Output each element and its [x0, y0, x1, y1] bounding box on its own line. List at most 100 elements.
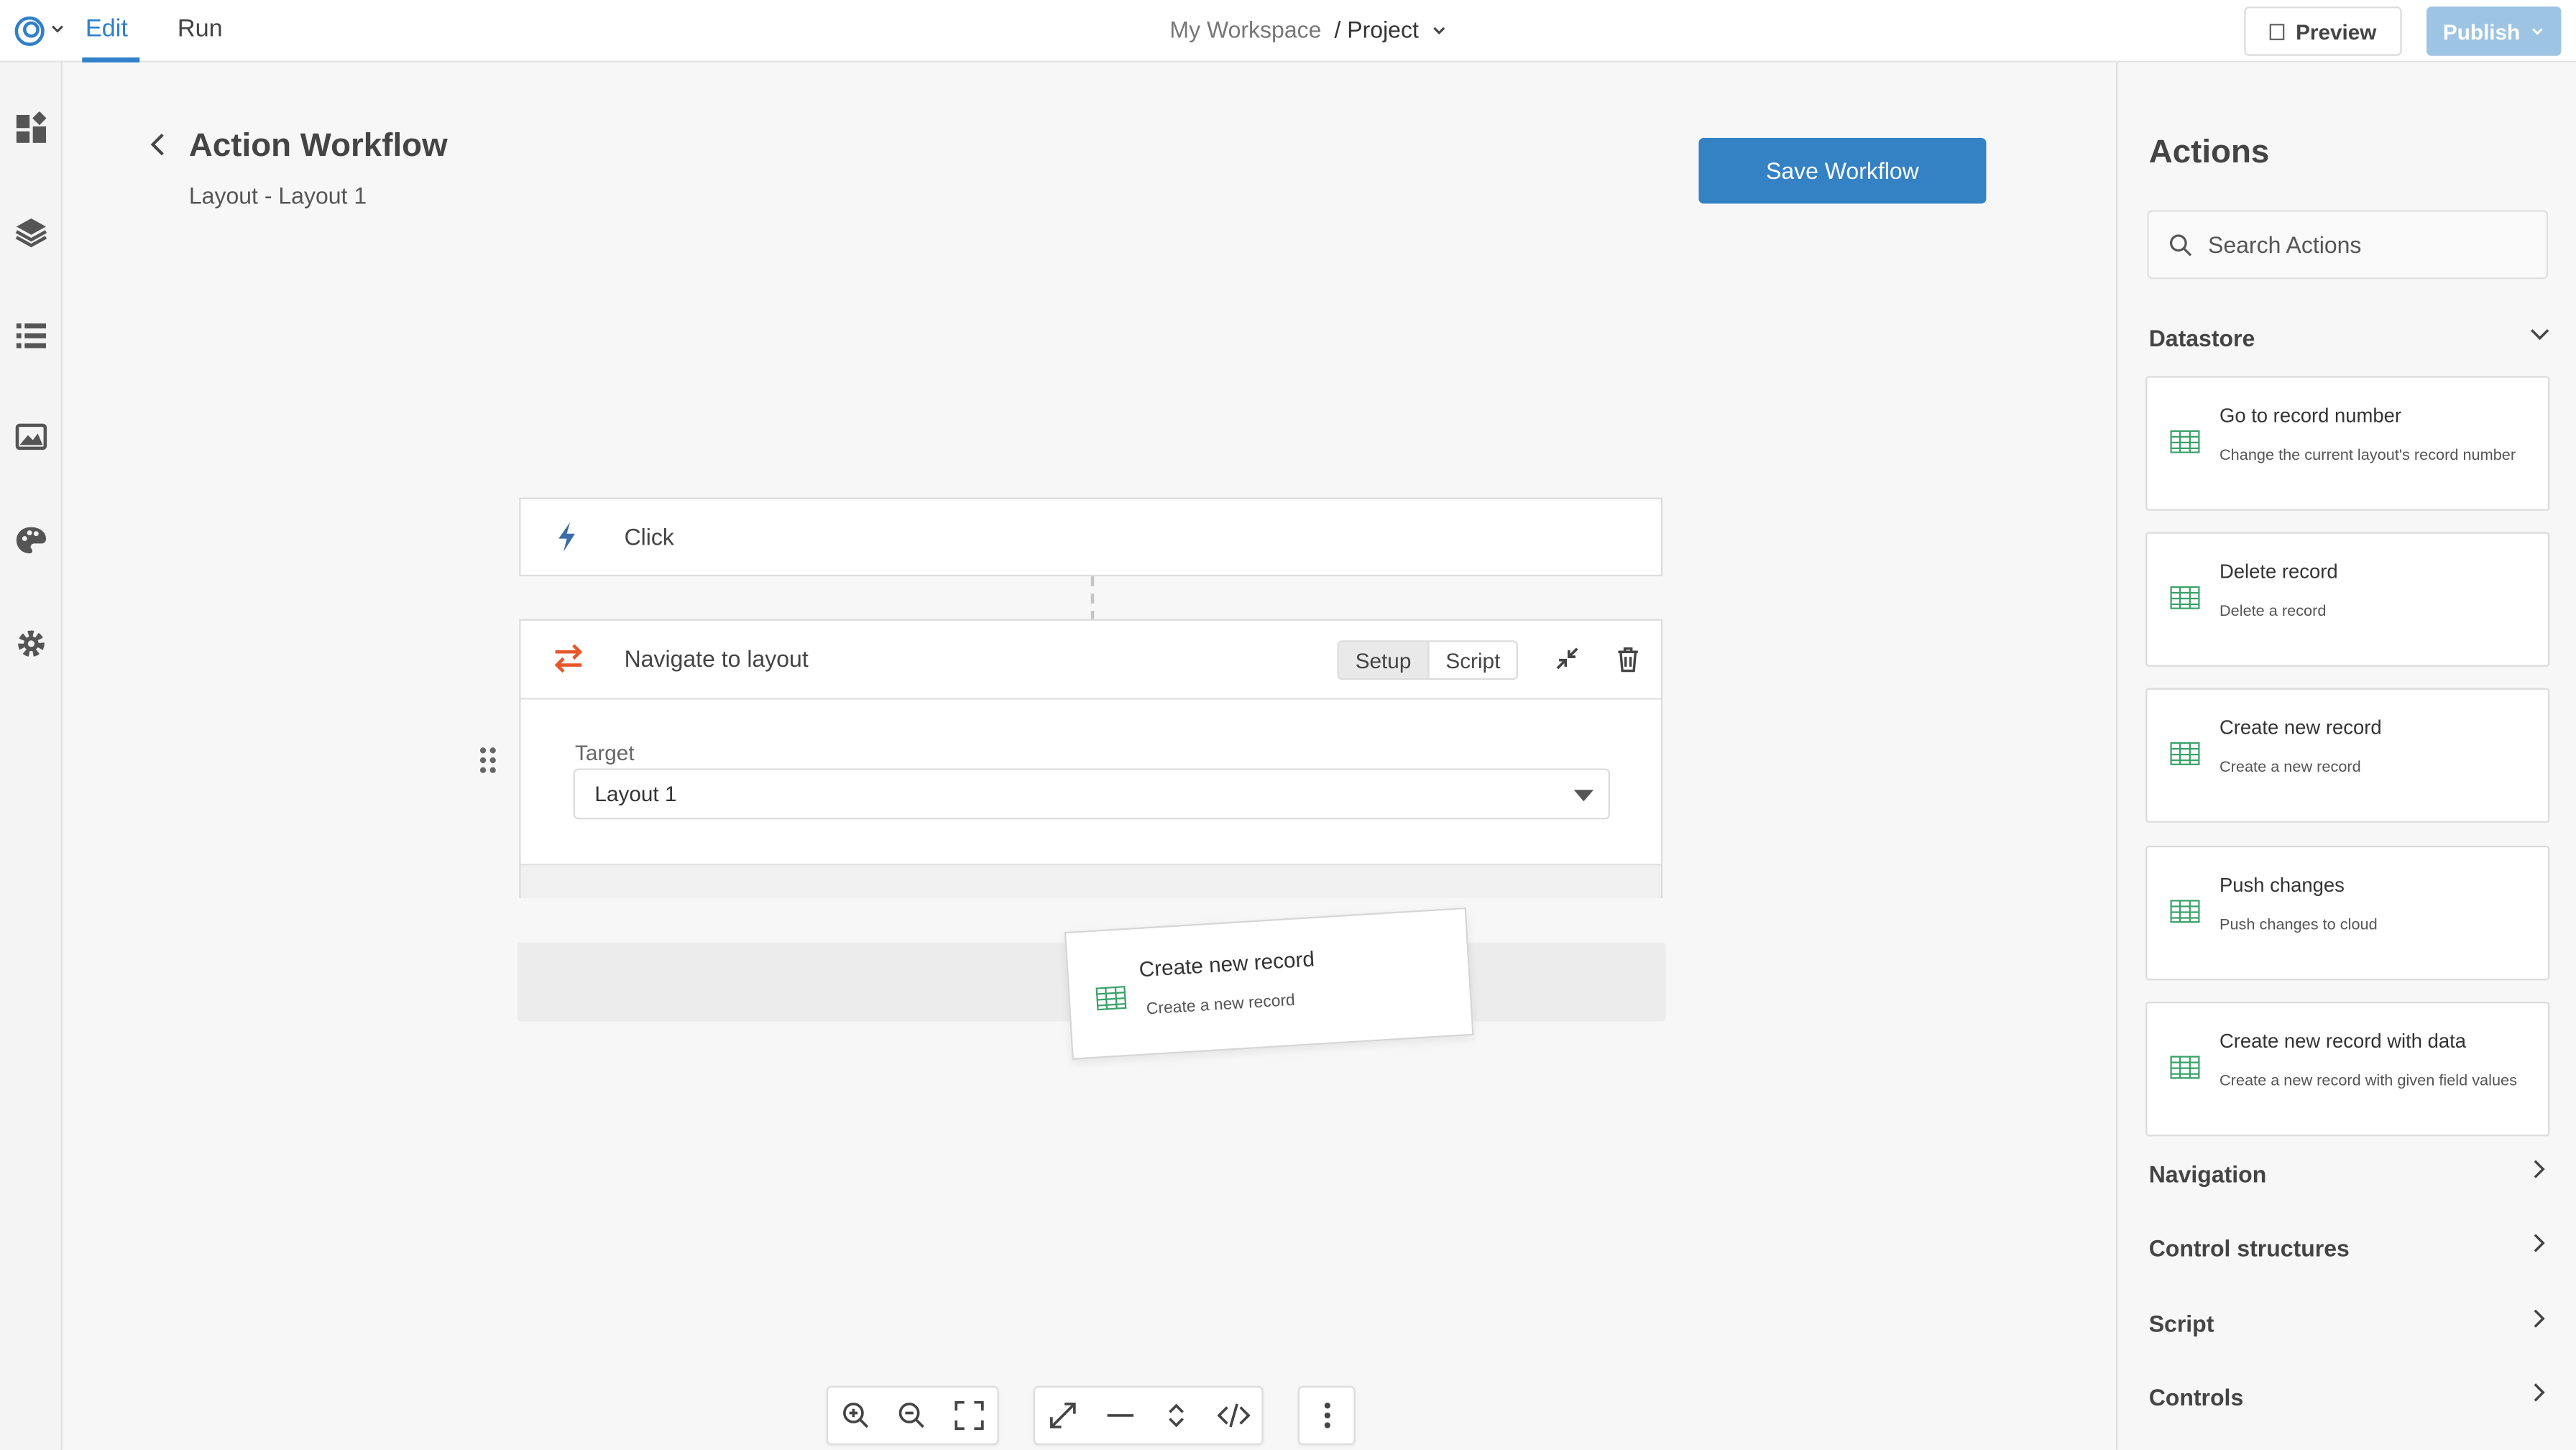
- drag-ghost-description: Create a new record: [1146, 992, 1296, 1020]
- gear-icon[interactable]: [13, 626, 49, 662]
- step-view-toggle: Setup Script: [1337, 640, 1519, 680]
- zoom-toolbar: [826, 1385, 999, 1446]
- table-icon: [2170, 900, 2200, 923]
- navigate-arrows-icon: [554, 644, 583, 673]
- expand-button[interactable]: [1035, 1387, 1092, 1444]
- tab-edit[interactable]: Edit: [86, 15, 128, 43]
- table-icon: [2170, 742, 2200, 765]
- chevron-down-icon[interactable]: [2529, 323, 2552, 346]
- target-select-value: Layout 1: [594, 781, 677, 807]
- step-card[interactable]: Navigate to layout Setup Script Target L…: [519, 619, 1663, 899]
- preview-button[interactable]: Preview: [2244, 6, 2402, 56]
- trash-icon[interactable]: [1615, 645, 1642, 673]
- table-icon: [2170, 1056, 2200, 1079]
- action-card-create-record-with-data[interactable]: Create new record with data Create a new…: [2145, 1002, 2550, 1137]
- left-rail: [0, 62, 63, 1450]
- list-icon[interactable]: [13, 317, 49, 353]
- chevron-down-icon[interactable]: [50, 22, 66, 38]
- drag-handle-icon[interactable]: [478, 746, 497, 775]
- tab-run[interactable]: Run: [178, 15, 223, 43]
- zoom-out-button[interactable]: [884, 1387, 940, 1444]
- section-navigation[interactable]: Navigation: [2149, 1161, 2267, 1188]
- lightning-icon: [558, 522, 575, 552]
- tab-edit-indicator: [82, 57, 140, 63]
- action-card-go-to-record[interactable]: Go to record number Change the current l…: [2145, 376, 2550, 511]
- actions-panel-title: Actions: [2148, 134, 2270, 171]
- section-datastore[interactable]: Datastore: [2149, 325, 2255, 351]
- minus-icon: [1106, 1414, 1133, 1417]
- table-icon: [1095, 985, 1127, 1011]
- zoom-in-icon: [843, 1403, 869, 1428]
- section-control-structures[interactable]: Control structures: [2149, 1235, 2350, 1262]
- collapse-all-button[interactable]: [1092, 1387, 1149, 1444]
- palette-icon[interactable]: [13, 522, 49, 558]
- caret-down-icon: [1573, 790, 1594, 802]
- target-field-label: Target: [574, 740, 635, 765]
- action-description: Create a new record: [2219, 758, 2361, 777]
- action-description: Push changes to cloud: [2219, 916, 2378, 935]
- more-options-button[interactable]: [1300, 1387, 1353, 1444]
- layers-icon[interactable]: [13, 213, 49, 249]
- chevron-down-icon: [2532, 27, 2543, 34]
- chevron-right-icon[interactable]: [2529, 1158, 2552, 1181]
- fit-view-icon: [954, 1400, 984, 1431]
- back-arrow-icon[interactable]: [144, 131, 171, 158]
- action-card-push-changes[interactable]: Push changes Push changes to cloud: [2145, 845, 2550, 981]
- fit-view-button[interactable]: [941, 1387, 997, 1444]
- more-vertical-icon: [1323, 1403, 1330, 1428]
- section-controls[interactable]: Controls: [2149, 1385, 2244, 1411]
- action-description: Delete a record: [2219, 602, 2327, 621]
- search-input[interactable]: [2207, 228, 2537, 262]
- section-script[interactable]: Script: [2149, 1311, 2214, 1337]
- code-icon: [1217, 1403, 1250, 1428]
- drag-ghost-card: Create new record Create a new record: [1064, 907, 1474, 1060]
- chevron-right-icon[interactable]: [2529, 1381, 2552, 1404]
- zoom-out-icon: [899, 1403, 925, 1428]
- preview-icon: [2270, 22, 2286, 40]
- step-label: Navigate to layout: [624, 645, 809, 672]
- chevron-down-icon: [1434, 27, 1446, 35]
- zoom-in-button[interactable]: [828, 1387, 884, 1444]
- action-title: Push changes: [2219, 873, 2345, 897]
- app-logo-icon[interactable]: [13, 15, 46, 48]
- tab-setup[interactable]: Setup: [1338, 642, 1430, 678]
- target-select[interactable]: Layout 1: [573, 768, 1610, 820]
- expand-icon: [1050, 1403, 1077, 1428]
- breadcrumb[interactable]: My Workspace / Project: [1169, 17, 1448, 43]
- table-icon: [2170, 586, 2200, 609]
- step-footer: [520, 864, 1661, 899]
- action-title: Delete record: [2219, 560, 2338, 583]
- collapse-icon[interactable]: [1554, 645, 1581, 672]
- search-actions[interactable]: [2147, 210, 2549, 280]
- dashboard-icon[interactable]: [13, 110, 49, 146]
- save-workflow-button[interactable]: Save Workflow: [1698, 137, 1987, 204]
- drag-ghost-title: Create new record: [1138, 946, 1315, 982]
- preview-label: Preview: [2296, 19, 2377, 44]
- breadcrumb-workspace[interactable]: My Workspace: [1169, 17, 1321, 43]
- more-toolbar: [1297, 1385, 1356, 1446]
- search-icon: [2169, 234, 2192, 257]
- breadcrumb-project[interactable]: / Project: [1334, 17, 1418, 43]
- action-title: Create new record: [2219, 716, 2382, 739]
- table-icon: [2170, 430, 2200, 453]
- action-description: Change the current layout's record numbe…: [2219, 446, 2516, 465]
- action-title: Go to record number: [2219, 404, 2402, 428]
- expand-all-button[interactable]: [1149, 1387, 1205, 1444]
- step-connector: [1090, 576, 1095, 621]
- tab-script[interactable]: Script: [1430, 642, 1517, 678]
- step-header: Navigate to layout Setup Script: [520, 621, 1661, 700]
- trigger-label: Click: [624, 524, 674, 550]
- action-card-create-record[interactable]: Create new record Create a new record: [2145, 688, 2550, 823]
- publish-label: Publish: [2442, 19, 2521, 44]
- publish-button[interactable]: Publish: [2426, 6, 2562, 56]
- action-description: Create a new record with given field val…: [2219, 1072, 2517, 1091]
- top-bar: Edit Run My Workspace / Project Preview …: [0, 0, 2576, 63]
- code-view-button[interactable]: [1205, 1387, 1262, 1444]
- action-title: Create new record with data: [2219, 1029, 2467, 1053]
- trigger-card[interactable]: Click: [519, 497, 1663, 577]
- chevron-right-icon[interactable]: [2529, 1232, 2552, 1255]
- chevron-right-icon[interactable]: [2529, 1307, 2552, 1330]
- image-icon[interactable]: [13, 419, 49, 455]
- action-card-delete-record[interactable]: Delete record Delete a record: [2145, 532, 2550, 667]
- actions-panel: Actions Datastore Go to record number Ch…: [2115, 62, 2576, 1450]
